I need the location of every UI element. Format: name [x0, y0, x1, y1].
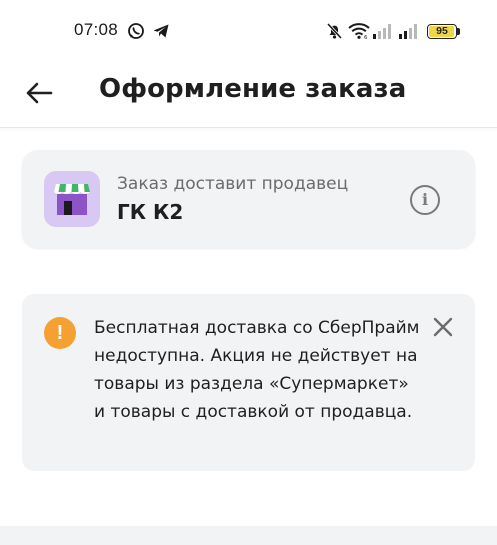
- signal-icon: [373, 22, 393, 40]
- mute-icon: [326, 22, 343, 40]
- seller-card[interactable]: Заказ доставит продавец ГК К2 i: [22, 150, 475, 248]
- wifi-icon: 6: [348, 22, 370, 40]
- seller-name: ГК К2: [117, 200, 184, 224]
- page-title: Оформление заказа: [99, 74, 407, 104]
- svg-text:6: 6: [364, 35, 368, 40]
- whatsapp-icon: [127, 22, 145, 40]
- seller-caption: Заказ доставит продавец: [117, 174, 349, 194]
- back-button[interactable]: [22, 76, 56, 110]
- warning-icon: !: [44, 317, 76, 349]
- storefront-icon: [44, 171, 100, 227]
- notice-card: ! Бесплатная доставка со СберПрайм недос…: [22, 294, 475, 471]
- signal-icon: [399, 22, 419, 40]
- close-icon: [433, 317, 453, 337]
- info-icon: i: [421, 190, 429, 209]
- next-section-strip: [0, 526, 497, 545]
- battery-cap: [457, 28, 460, 35]
- info-button[interactable]: i: [410, 185, 440, 215]
- telegram-icon: [152, 22, 170, 40]
- battery-indicator: 95: [427, 24, 457, 39]
- header: Оформление заказа: [0, 62, 497, 128]
- close-button[interactable]: [430, 314, 456, 340]
- status-bar: 07:08 6 95: [0, 0, 497, 62]
- status-time: 07:08: [74, 20, 119, 39]
- battery-level-text: 95: [436, 25, 448, 37]
- arrow-left-icon: [26, 82, 53, 104]
- notice-text: Бесплатная доставка со СберПрайм недосту…: [94, 318, 420, 422]
